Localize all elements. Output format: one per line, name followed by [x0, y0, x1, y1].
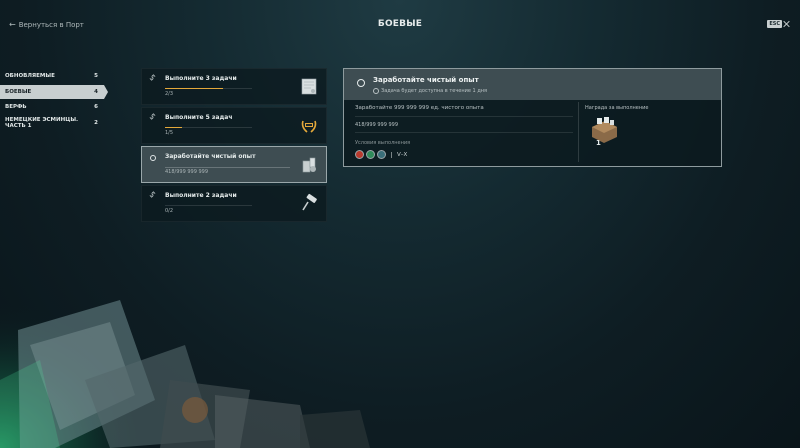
- vertical-divider: [578, 102, 579, 162]
- conditions-label: Условия выполнения: [355, 140, 411, 146]
- detail-title: Заработайте чистый опыт: [373, 76, 479, 84]
- close-icon: [784, 21, 790, 27]
- close-button[interactable]: ESC: [767, 20, 790, 28]
- task-separator: [165, 167, 290, 168]
- sidebar-item-count: 2: [94, 119, 98, 126]
- task-card-selected[interactable]: Заработайте чистый опыт 418/999 999 999: [141, 146, 327, 183]
- task-card[interactable]: Выполните 2 задачи 0/2: [141, 185, 327, 222]
- divider: [355, 116, 573, 117]
- task-title: Выполните 3 задачи: [165, 75, 237, 82]
- sidebar-item-count: 4: [94, 88, 98, 95]
- task-count: 0/2: [165, 208, 174, 214]
- task-count: 1/5: [165, 130, 174, 136]
- nation-flag-icon: [377, 150, 386, 159]
- reward-count: 1: [596, 139, 601, 147]
- detail-subtitle: Задача будет доступна в течение 1 дня: [373, 88, 487, 94]
- reward-label: Награда за выполнение: [585, 105, 649, 111]
- supply-crate-icon: [592, 117, 617, 143]
- supply-containers-icon: [302, 157, 316, 173]
- page-title: БОЕВЫЕ: [377, 19, 423, 29]
- nation-flag-icon: [355, 150, 364, 159]
- chain-link-icon: [149, 191, 156, 198]
- esc-key-label: ESC: [767, 20, 782, 28]
- sidebar-item-shipyard[interactable]: ВЕРФЬ 6: [0, 100, 104, 114]
- divider: [391, 151, 392, 158]
- conditions-row: V–X: [355, 150, 407, 159]
- task-progress-bar: [165, 127, 252, 128]
- task-description: Заработайте 999 999 999 ед. чистого опыт…: [355, 105, 484, 111]
- certificate-icon: [301, 78, 317, 95]
- status-circle-icon: [150, 155, 156, 161]
- task-title: Заработайте чистый опыт: [165, 153, 256, 160]
- sidebar-item-label: БОЕВЫЕ: [5, 88, 32, 95]
- clock-icon: [373, 88, 379, 94]
- task-count: 2/3: [165, 91, 174, 97]
- task-count: 418/999 999 999: [165, 169, 209, 175]
- task-card[interactable]: Выполните 3 задачи 2/3: [141, 68, 327, 105]
- sidebar-item-count: 5: [94, 73, 98, 79]
- laurel-wreath-icon: [301, 120, 317, 133]
- task-progress-bar: [165, 205, 252, 206]
- task-detail-panel: Заработайте чистый опыт Задача будет дос…: [343, 68, 722, 167]
- task-progress-text: 418/999 999 999: [355, 122, 399, 128]
- task-list: Выполните 3 задачи 2/3 Выполните 5 задач…: [141, 68, 327, 224]
- nation-flag-icon: [366, 150, 375, 159]
- sidebar-item-updatable[interactable]: ОБНОВЛЯЕМЫЕ 5: [0, 69, 104, 83]
- sidebar-item-count: 6: [94, 104, 98, 110]
- sidebar-item-label: НЕМЕЦКИЕ ЭСМИНЦЫ. ЧАСТЬ 1: [5, 116, 79, 129]
- detail-header: Заработайте чистый опыт Задача будет дос…: [344, 69, 721, 100]
- top-bar: ← Вернуться в Порт БОЕВЫЕ ESC: [0, 0, 800, 48]
- sidebar-item-label: ОБНОВЛЯЕМЫЕ: [5, 73, 55, 79]
- task-card[interactable]: Выполните 5 задач 1/5: [141, 107, 327, 144]
- task-title: Выполните 5 задач: [165, 114, 233, 121]
- sidebar-item-combat[interactable]: БОЕВЫЕ 4: [0, 84, 108, 99]
- chain-link-icon: [149, 113, 156, 120]
- sidebar-item-label: ВЕРФЬ: [5, 104, 27, 110]
- task-title: Выполните 2 задачи: [165, 192, 237, 199]
- sidebar-item-german-destroyers[interactable]: НЕМЕЦКИЕ ЭСМИНЦЫ. ЧАСТЬ 1 2: [0, 116, 104, 130]
- status-circle-icon: [357, 79, 365, 87]
- sidebar: ОБНОВЛЯЕМЫЕ 5 БОЕВЫЕ 4 ВЕРФЬ 6 НЕМЕЦКИЕ …: [0, 69, 108, 131]
- tier-range: V–X: [397, 151, 408, 158]
- paint-roller-icon: [302, 193, 317, 211]
- chain-link-icon: [149, 74, 156, 81]
- availability-text: Задача будет доступна в течение 1 дня: [381, 88, 488, 94]
- divider: [355, 132, 573, 133]
- task-progress-bar: [165, 88, 252, 89]
